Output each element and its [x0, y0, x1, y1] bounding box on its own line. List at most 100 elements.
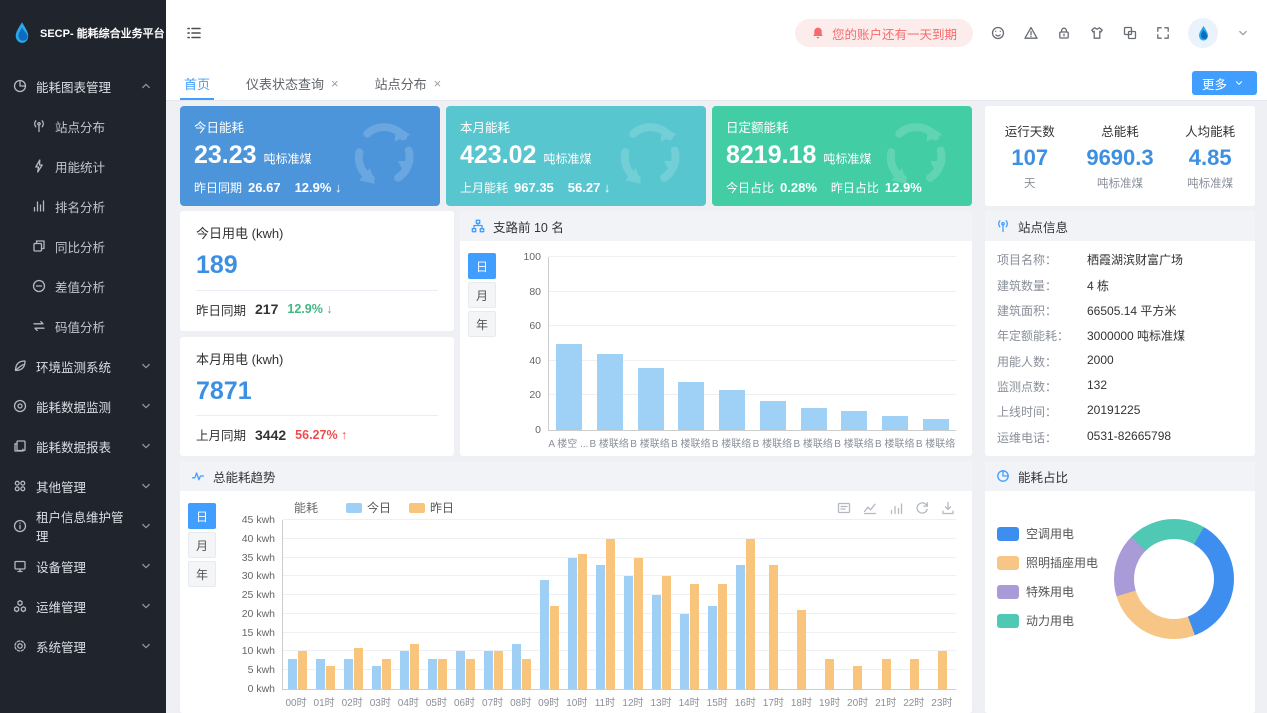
trend-chart: 能耗 今日昨日 0 kwh5 kwh10 kwh15 kwh20 kwh25 k…	[220, 491, 972, 713]
chevron-down-icon	[138, 478, 154, 494]
toolbox-download-icon[interactable]	[940, 500, 956, 516]
sidebar-subitem-code-value-analysis[interactable]: 码值分析	[0, 306, 166, 346]
chevron-down-icon	[138, 398, 154, 414]
trend-period-toggle[interactable]: 日	[188, 503, 216, 529]
branch-period-toggle[interactable]: 月	[468, 282, 496, 308]
bar-group	[875, 257, 916, 430]
summary-value: 107	[1005, 145, 1055, 171]
info-label: 运维电话：	[997, 429, 1087, 446]
tab-0[interactable]: 首页	[166, 66, 228, 100]
sidebar-subitem-ranking-analysis[interactable]: 排名分析	[0, 186, 166, 226]
x-axis-label: 16时	[731, 694, 759, 709]
kpi-sub-value: 0.28%	[780, 180, 817, 195]
kpi-value: 423.02	[460, 141, 536, 170]
sidebar-item-ops-mgmt[interactable]: 运维管理	[0, 586, 166, 626]
ranking-icon	[31, 198, 47, 214]
info-label: 上线时间：	[997, 403, 1087, 420]
avatar[interactable]	[1188, 18, 1218, 48]
info-label: 项目名称：	[997, 251, 1087, 268]
sidebar-item-energy-chart-mgmt[interactable]: 能耗图表管理	[0, 66, 166, 106]
bar-group	[535, 520, 563, 689]
sidebar-menu: 能耗图表管理站点分布用能统计排名分析同比分析差值分析码值分析环境监测系统能耗数据…	[0, 66, 166, 713]
topology-icon	[470, 218, 486, 234]
translate-icon[interactable]	[1122, 25, 1138, 41]
avatar-flame-icon	[1195, 25, 1212, 42]
kpi-sub-value: 26.67	[248, 180, 281, 195]
menu-item-label: 设备管理	[36, 557, 86, 576]
kpi-sub-pair: 昨日占比12.9%	[831, 179, 922, 196]
sidebar-item-system-mgmt[interactable]: 系统管理	[0, 626, 166, 666]
x-axis-label: 23时	[928, 694, 956, 709]
app-frame: SECP- 能耗综合业务平台 能耗图表管理站点分布用能统计排名分析同比分析差值分…	[0, 0, 1267, 713]
logo-text: SECP- 能耗综合业务平台	[40, 25, 165, 41]
y-axis-tick: 40	[529, 355, 541, 367]
card-value: 189	[196, 251, 438, 280]
summary-item: 运行天数107天	[1005, 121, 1055, 191]
summary-item: 人均能耗4.85吨标准煤	[1185, 121, 1235, 191]
summary-value: 9690.3	[1086, 145, 1153, 171]
kpi-title: 今日能耗	[194, 117, 426, 136]
bar-group	[834, 257, 875, 430]
user-menu-chevron-down-icon[interactable]	[1235, 25, 1251, 41]
bar-昨日	[298, 651, 307, 689]
tab-close-icon[interactable]: ×	[331, 77, 339, 90]
sidebar-subitem-yoy-analysis[interactable]: 同比分析	[0, 226, 166, 266]
lock-icon[interactable]	[1056, 25, 1072, 41]
x-axis-label: 19时	[815, 694, 843, 709]
bar-今日	[512, 644, 521, 689]
bar-昨日	[494, 651, 503, 689]
site-info-row: 运维电话：0531-82665798	[997, 429, 1243, 446]
sidebar-item-energy-data-monitoring[interactable]: 能耗数据监测	[0, 386, 166, 426]
chevron-up-icon	[138, 78, 154, 94]
branch-period-toggle[interactable]: 日	[468, 253, 496, 279]
sidebar-item-energy-data-report[interactable]: 能耗数据报表	[0, 426, 166, 466]
summary-stats-card: 运行天数107天总能耗9690.3吨标准煤人均能耗4.85吨标准煤	[985, 106, 1255, 206]
donut-legend-item[interactable]: 照明插座用电	[997, 554, 1098, 571]
sidebar-item-tenant-info-mgmt[interactable]: 租户信息维护管理	[0, 506, 166, 546]
theme-icon[interactable]	[990, 25, 1006, 41]
more-button[interactable]: 更多	[1192, 71, 1257, 95]
branch-period-toggle[interactable]: 年	[468, 311, 496, 337]
toolbox-dataview-icon[interactable]	[836, 500, 852, 516]
toolbox-refresh-icon[interactable]	[914, 500, 930, 516]
header-actions: 您的账户还有一天到期	[795, 18, 1251, 48]
chevron-down-icon	[138, 518, 154, 534]
y-axis-tick: 40 kwh	[242, 533, 275, 545]
legend-chip	[997, 585, 1019, 599]
account-expiry-notice[interactable]: 您的账户还有一天到期	[795, 19, 973, 47]
warning-icon[interactable]	[1023, 25, 1039, 41]
info-label: 监测点数：	[997, 378, 1087, 395]
tab-close-icon[interactable]: ×	[434, 77, 442, 90]
sidebar-item-device-mgmt[interactable]: 设备管理	[0, 546, 166, 586]
toolbox-linechart-icon[interactable]	[862, 500, 878, 516]
bar-group	[915, 257, 956, 430]
y-axis-tick: 60	[529, 320, 541, 332]
tab-1[interactable]: 仪表状态查询×	[228, 66, 357, 100]
sidebar-subitem-energy-statistics[interactable]: 用能统计	[0, 146, 166, 186]
bar-group	[630, 257, 671, 430]
fullscreen-icon[interactable]	[1155, 25, 1171, 41]
trend-period-toggle[interactable]: 月	[188, 532, 216, 558]
donut-legend-item[interactable]: 特殊用电	[997, 583, 1098, 600]
trend-period-toggle[interactable]: 年	[188, 561, 216, 587]
toolbox-barchart-icon[interactable]	[888, 500, 904, 516]
sidebar-item-other-mgmt[interactable]: 其他管理	[0, 466, 166, 506]
panel-header: 站点信息	[985, 211, 1255, 241]
donut-legend-item[interactable]: 动力用电	[997, 612, 1098, 629]
donut-legend-item[interactable]: 空调用电	[997, 525, 1098, 542]
skin-icon[interactable]	[1089, 25, 1105, 41]
sidebar-subitem-difference-analysis[interactable]: 差值分析	[0, 266, 166, 306]
x-axis-label: 15时	[703, 694, 731, 709]
sidebar-subitem-site-distribution[interactable]: 站点分布	[0, 106, 166, 146]
summary-label: 人均能耗	[1185, 121, 1235, 140]
legend-item[interactable]: 昨日	[409, 499, 454, 516]
sidebar-item-env-monitoring[interactable]: 环境监测系统	[0, 346, 166, 386]
tab-2[interactable]: 站点分布×	[357, 66, 460, 100]
menu-item-label: 能耗图表管理	[36, 77, 111, 96]
x-axis-label: 06时	[450, 694, 478, 709]
device-icon	[12, 558, 28, 574]
collapse-menu-icon[interactable]	[184, 23, 204, 43]
bar-group	[928, 520, 956, 689]
legend-item[interactable]: 今日	[346, 499, 391, 516]
info-label: 建筑面积：	[997, 302, 1087, 319]
